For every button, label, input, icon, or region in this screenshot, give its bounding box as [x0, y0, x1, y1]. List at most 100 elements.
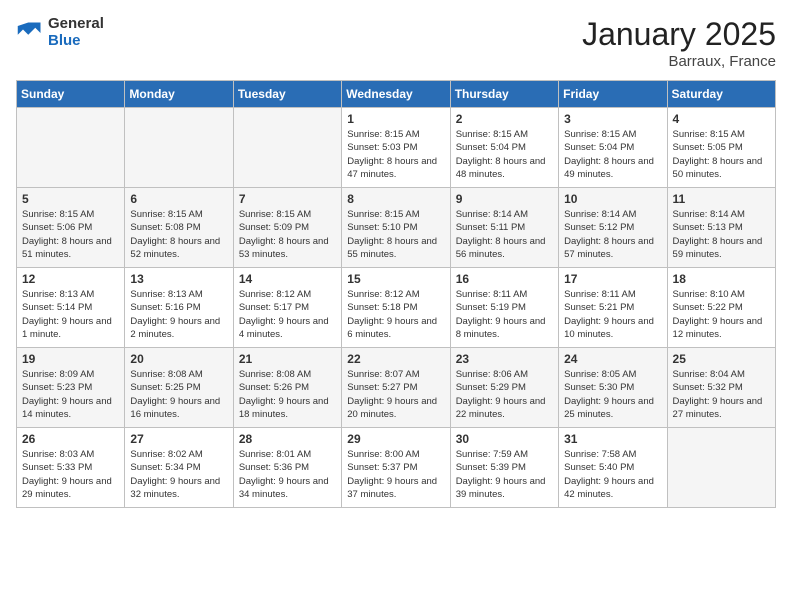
day-info: Sunrise: 8:09 AM Sunset: 5:23 PM Dayligh… — [22, 368, 119, 421]
day-cell: 8 Sunrise: 8:15 AM Sunset: 5:10 PM Daylig… — [342, 188, 450, 268]
day-number: 27 — [130, 432, 227, 446]
day-cell: 15 Sunrise: 8:12 AM Sunset: 5:18 PM Dayli… — [342, 268, 450, 348]
day-info: Sunrise: 8:15 AM Sunset: 5:05 PM Dayligh… — [673, 128, 770, 181]
day-cell — [125, 108, 233, 188]
day-number: 14 — [239, 272, 336, 286]
weekday-header-tuesday: Tuesday — [233, 81, 341, 108]
week-row-4: 19 Sunrise: 8:09 AM Sunset: 5:23 PM Dayli… — [17, 348, 776, 428]
day-cell: 9 Sunrise: 8:14 AM Sunset: 5:11 PM Daylig… — [450, 188, 558, 268]
day-info: Sunrise: 8:03 AM Sunset: 5:33 PM Dayligh… — [22, 448, 119, 501]
day-number: 2 — [456, 112, 553, 126]
day-cell: 28Sunrise: 8:01 AM Sunset: 5:36 PM Dayli… — [233, 428, 341, 508]
day-cell: 23Sunrise: 8:06 AM Sunset: 5:29 PM Dayli… — [450, 348, 558, 428]
day-cell: 2 Sunrise: 8:15 AM Sunset: 5:04 PM Daylig… — [450, 108, 558, 188]
day-number: 19 — [22, 352, 119, 366]
day-cell: 6Sunrise: 8:15 AM Sunset: 5:08 PM Daylig… — [125, 188, 233, 268]
logo-blue-text: Blue — [48, 33, 104, 50]
weekday-header-thursday: Thursday — [450, 81, 558, 108]
day-info: Sunrise: 8:15 AM Sunset: 5:03 PM Dayligh… — [347, 128, 444, 181]
weekday-header-saturday: Saturday — [667, 81, 775, 108]
day-info: Sunrise: 8:15 AM Sunset: 5:06 PM Dayligh… — [22, 208, 119, 261]
day-cell: 30 Sunrise: 7:59 AM Sunset: 5:39 PM Dayli… — [450, 428, 558, 508]
day-info: Sunrise: 8:15 AM Sunset: 5:10 PM Dayligh… — [347, 208, 444, 261]
title-area: January 2025 Barraux, France — [582, 16, 776, 70]
day-number: 10 — [564, 192, 661, 206]
day-number: 11 — [673, 192, 770, 206]
day-info: Sunrise: 7:59 AM Sunset: 5:39 PM Dayligh… — [456, 448, 553, 501]
day-cell: 13 Sunrise: 8:13 AM Sunset: 5:16 PM Dayli… — [125, 268, 233, 348]
day-cell — [233, 108, 341, 188]
day-cell: 26 Sunrise: 8:03 AM Sunset: 5:33 PM Dayli… — [17, 428, 125, 508]
day-number: 18 — [673, 272, 770, 286]
day-cell: 4 Sunrise: 8:15 AM Sunset: 5:05 PM Daylig… — [667, 108, 775, 188]
day-number: 17 — [564, 272, 661, 286]
day-info: Sunrise: 8:05 AM Sunset: 5:30 PM Dayligh… — [564, 368, 661, 421]
day-cell: 11 Sunrise: 8:14 AM Sunset: 5:13 PM Dayli… — [667, 188, 775, 268]
day-number: 20 — [130, 352, 227, 366]
day-cell: 7Sunrise: 8:15 AM Sunset: 5:09 PM Daylig… — [233, 188, 341, 268]
logo-general-text: General — [48, 16, 104, 33]
day-cell: 31Sunrise: 7:58 AM Sunset: 5:40 PM Dayli… — [559, 428, 667, 508]
day-cell — [17, 108, 125, 188]
header: General Blue January 2025 Barraux, Franc… — [16, 16, 776, 70]
day-number: 30 — [456, 432, 553, 446]
day-info: Sunrise: 8:13 AM Sunset: 5:14 PM Dayligh… — [22, 288, 119, 341]
day-cell: 3Sunrise: 8:15 AM Sunset: 5:04 PM Daylig… — [559, 108, 667, 188]
day-cell: 20 Sunrise: 8:08 AM Sunset: 5:25 PM Dayli… — [125, 348, 233, 428]
day-info: Sunrise: 8:15 AM Sunset: 5:04 PM Dayligh… — [564, 128, 661, 181]
day-number: 26 — [22, 432, 119, 446]
day-info: Sunrise: 8:13 AM Sunset: 5:16 PM Dayligh… — [130, 288, 227, 341]
weekday-header-row: SundayMondayTuesdayWednesdayThursdayFrid… — [17, 81, 776, 108]
logo-icon — [16, 19, 44, 47]
day-info: Sunrise: 8:08 AM Sunset: 5:25 PM Dayligh… — [130, 368, 227, 421]
day-number: 6 — [130, 192, 227, 206]
day-number: 23 — [456, 352, 553, 366]
day-number: 16 — [456, 272, 553, 286]
day-number: 21 — [239, 352, 336, 366]
logo: General Blue — [16, 16, 104, 49]
day-number: 1 — [347, 112, 444, 126]
day-cell: 14 Sunrise: 8:12 AM Sunset: 5:17 PM Dayli… — [233, 268, 341, 348]
day-number: 24 — [564, 352, 661, 366]
day-info: Sunrise: 8:08 AM Sunset: 5:26 PM Dayligh… — [239, 368, 336, 421]
day-info: Sunrise: 8:10 AM Sunset: 5:22 PM Dayligh… — [673, 288, 770, 341]
day-info: Sunrise: 7:58 AM Sunset: 5:40 PM Dayligh… — [564, 448, 661, 501]
day-info: Sunrise: 8:14 AM Sunset: 5:12 PM Dayligh… — [564, 208, 661, 261]
week-row-2: 5Sunrise: 8:15 AM Sunset: 5:06 PM Daylig… — [17, 188, 776, 268]
day-number: 12 — [22, 272, 119, 286]
week-row-1: 1 Sunrise: 8:15 AM Sunset: 5:03 PM Daylig… — [17, 108, 776, 188]
day-number: 22 — [347, 352, 444, 366]
day-cell: 12 Sunrise: 8:13 AM Sunset: 5:14 PM Dayli… — [17, 268, 125, 348]
day-number: 25 — [673, 352, 770, 366]
day-number: 9 — [456, 192, 553, 206]
day-info: Sunrise: 8:14 AM Sunset: 5:11 PM Dayligh… — [456, 208, 553, 261]
day-cell: 18 Sunrise: 8:10 AM Sunset: 5:22 PM Dayli… — [667, 268, 775, 348]
day-info: Sunrise: 8:14 AM Sunset: 5:13 PM Dayligh… — [673, 208, 770, 261]
day-info: Sunrise: 8:12 AM Sunset: 5:17 PM Dayligh… — [239, 288, 336, 341]
day-number: 28 — [239, 432, 336, 446]
calendar-title: January 2025 — [582, 16, 776, 53]
day-cell: 27 Sunrise: 8:02 AM Sunset: 5:34 PM Dayli… — [125, 428, 233, 508]
weekday-header-monday: Monday — [125, 81, 233, 108]
day-cell: 1 Sunrise: 8:15 AM Sunset: 5:03 PM Daylig… — [342, 108, 450, 188]
day-number: 13 — [130, 272, 227, 286]
day-cell: 10 Sunrise: 8:14 AM Sunset: 5:12 PM Dayli… — [559, 188, 667, 268]
day-info: Sunrise: 8:11 AM Sunset: 5:21 PM Dayligh… — [564, 288, 661, 341]
day-info: Sunrise: 8:07 AM Sunset: 5:27 PM Dayligh… — [347, 368, 444, 421]
day-info: Sunrise: 8:00 AM Sunset: 5:37 PM Dayligh… — [347, 448, 444, 501]
day-info: Sunrise: 8:15 AM Sunset: 5:04 PM Dayligh… — [456, 128, 553, 181]
day-info: Sunrise: 8:15 AM Sunset: 5:09 PM Dayligh… — [239, 208, 336, 261]
day-cell: 25Sunrise: 8:04 AM Sunset: 5:32 PM Dayli… — [667, 348, 775, 428]
week-row-3: 12 Sunrise: 8:13 AM Sunset: 5:14 PM Dayli… — [17, 268, 776, 348]
day-number: 4 — [673, 112, 770, 126]
day-cell: 5Sunrise: 8:15 AM Sunset: 5:06 PM Daylig… — [17, 188, 125, 268]
day-info: Sunrise: 8:11 AM Sunset: 5:19 PM Dayligh… — [456, 288, 553, 341]
day-number: 8 — [347, 192, 444, 206]
day-cell: 24 Sunrise: 8:05 AM Sunset: 5:30 PM Dayli… — [559, 348, 667, 428]
weekday-header-sunday: Sunday — [17, 81, 125, 108]
day-info: Sunrise: 8:12 AM Sunset: 5:18 PM Dayligh… — [347, 288, 444, 341]
day-cell: 29Sunrise: 8:00 AM Sunset: 5:37 PM Dayli… — [342, 428, 450, 508]
day-number: 15 — [347, 272, 444, 286]
calendar-table: SundayMondayTuesdayWednesdayThursdayFrid… — [16, 80, 776, 508]
day-info: Sunrise: 8:02 AM Sunset: 5:34 PM Dayligh… — [130, 448, 227, 501]
